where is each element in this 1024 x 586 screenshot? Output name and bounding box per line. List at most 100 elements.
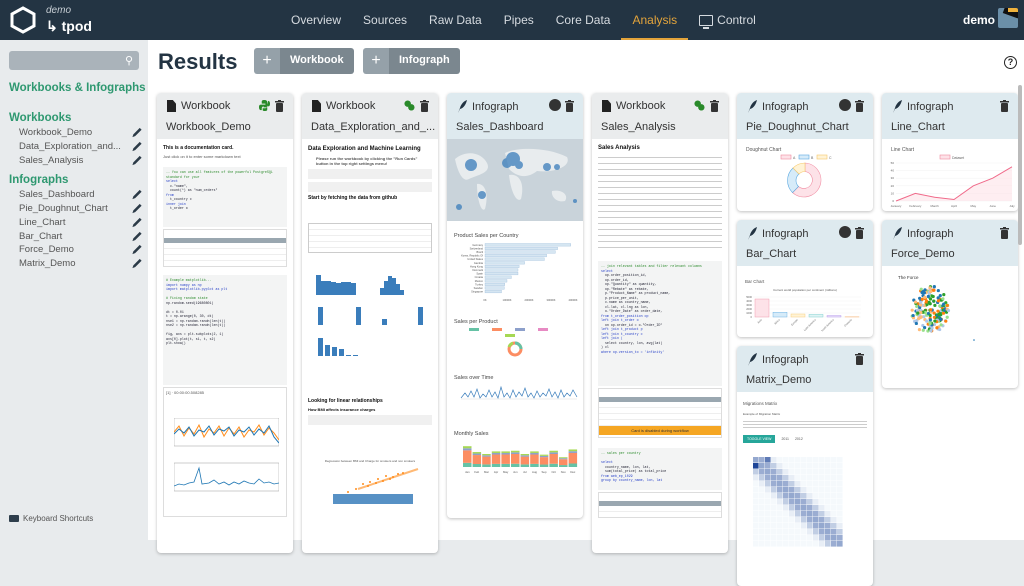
trash-icon[interactable] [855, 100, 864, 112]
nav-pipes[interactable]: Pipes [493, 0, 545, 40]
sidebar-item-infograph[interactable]: Line_Chart [19, 217, 144, 228]
globe-icon[interactable] [839, 99, 851, 111]
year-tab[interactable]: 2011 [781, 437, 789, 442]
trash-icon[interactable] [710, 100, 719, 112]
card-name[interactable]: Force_Demo [891, 248, 1016, 260]
scrollbar[interactable] [1018, 85, 1022, 245]
trash-icon[interactable] [1000, 227, 1009, 239]
sidebar-item-workbook[interactable]: Workbook_Demo [19, 127, 144, 138]
sidebar-item-workbook[interactable]: Data_Exploration_and... [19, 141, 144, 152]
keyboard-shortcuts-link[interactable]: Keyboard Shortcuts [9, 514, 93, 523]
card-force-demo[interactable]: Infograph Force_Demo The Force [882, 220, 1018, 388]
sidebar-item-infograph[interactable]: Force_Demo [19, 244, 144, 255]
pencil-icon[interactable] [131, 141, 143, 152]
card-name[interactable]: Pie_Doughnut_Chart [746, 121, 871, 133]
matrix-cell [825, 469, 831, 475]
card-name[interactable]: Sales_Dashboard [456, 121, 581, 133]
trash-icon[interactable] [1000, 100, 1009, 112]
trash-icon[interactable] [565, 100, 574, 112]
month-label: Nov [561, 470, 567, 474]
force-node [937, 313, 940, 316]
month-label: Jan [465, 470, 470, 474]
matrix-cell [837, 481, 843, 487]
pencil-icon[interactable] [131, 217, 143, 228]
force-node [921, 298, 924, 301]
card-bar-chart[interactable]: Infograph Bar_Chart Bar Chart Current wo… [737, 220, 873, 337]
sidebar-title[interactable]: Workbooks & Infographs [9, 82, 146, 94]
toggle-view-button[interactable]: TOGGLE VIEW [743, 435, 775, 443]
matrix-cell [789, 487, 795, 493]
nav-overview[interactable]: Overview [280, 0, 352, 40]
logo-icon[interactable] [9, 6, 37, 34]
y-tick: 10 [891, 191, 895, 195]
matrix-cell [819, 469, 825, 475]
matrix-cell [819, 499, 825, 505]
pencil-icon[interactable] [131, 244, 143, 255]
card-header: Infograph Line_Chart [882, 93, 1018, 139]
matrix-cell [825, 481, 831, 487]
card-name[interactable]: Line_Chart [891, 121, 1016, 133]
card-matrix-demo[interactable]: Infograph Matrix_Demo Migrations Matrix … [737, 346, 873, 586]
pencil-icon[interactable] [131, 127, 143, 138]
card-name[interactable]: Sales_Analysis [601, 121, 726, 133]
nav-raw-data[interactable]: Raw Data [418, 0, 493, 40]
matrix-cell [837, 469, 843, 475]
matrix-cell [771, 517, 777, 523]
python-icon[interactable] [404, 100, 415, 111]
trash-icon[interactable] [855, 227, 864, 239]
matrix-cell [753, 463, 759, 469]
force-node [923, 291, 926, 294]
python-icon[interactable] [259, 100, 270, 111]
card-sales-analysis[interactable]: Workbook Sales_Analysis Sales Analysis -… [592, 93, 728, 553]
search-input[interactable]: ⚲ [9, 51, 139, 70]
nav-control[interactable]: Control [688, 0, 767, 40]
nav-sources[interactable]: Sources [352, 0, 418, 40]
sidebar-item-infograph[interactable]: Pie_Doughnut_Chart [19, 203, 144, 214]
help-icon[interactable]: ? [1004, 56, 1017, 69]
force-node [919, 303, 922, 306]
matrix-cell [759, 505, 765, 511]
card-name[interactable]: Workbook_Demo [166, 121, 291, 133]
matrix-cell [765, 493, 771, 499]
force-node [940, 323, 943, 326]
sidebar-item-infograph[interactable]: Matrix_Demo [19, 258, 144, 269]
pencil-icon[interactable] [131, 203, 143, 214]
card-name[interactable]: Matrix_Demo [746, 374, 871, 386]
user-name[interactable]: demo [963, 13, 995, 27]
matrix-cell [813, 463, 819, 469]
card-workbook-demo[interactable]: Workbook Workbook_Demo This is a documen… [157, 93, 293, 553]
matrix-cell [831, 511, 837, 517]
year-tab[interactable]: 2012 [795, 437, 803, 442]
x-tick: Latin America [803, 317, 817, 331]
project-name[interactable]: ↳ tpod [46, 18, 92, 35]
add-infograph-button[interactable]: +Infograph [363, 48, 460, 74]
card-line-chart[interactable]: Infograph Line_Chart Line Chart Dataset0… [882, 93, 1018, 211]
sidebar-item-workbook[interactable]: Sales_Analysis [19, 155, 144, 166]
nav-analysis[interactable]: Analysis [621, 0, 688, 40]
pencil-icon[interactable] [131, 258, 143, 269]
globe-icon[interactable] [839, 226, 851, 238]
pencil-icon[interactable] [131, 155, 143, 166]
card-sales-dashboard[interactable]: Infograph Sales_Dashboard Product Sales … [447, 93, 583, 518]
sidebar-item-infograph[interactable]: Sales_Dashboard [19, 189, 144, 200]
matrix-cell [825, 463, 831, 469]
doc-body-text [598, 155, 722, 253]
card-pie-doughnut[interactable]: Infograph Pie_Doughnut_Chart Doughnut Ch… [737, 93, 873, 211]
pencil-icon[interactable] [131, 231, 143, 242]
python-icon[interactable] [694, 100, 705, 111]
globe-icon[interactable] [549, 99, 561, 111]
matrix-cell [789, 517, 795, 523]
month-bar-segment [473, 464, 482, 467]
trash-icon[interactable] [420, 100, 429, 112]
trash-icon[interactable] [275, 100, 284, 112]
card-name[interactable]: Data_Exploration_and_... [311, 121, 436, 133]
add-workbook-button[interactable]: +Workbook [254, 48, 354, 74]
card-name[interactable]: Bar_Chart [746, 248, 871, 260]
sidebar-item-infograph[interactable]: Bar_Chart [19, 231, 144, 242]
matrix-cell [759, 481, 765, 487]
trash-icon[interactable] [855, 353, 864, 365]
nav-core-data[interactable]: Core Data [545, 0, 622, 40]
card-data-exploration[interactable]: Workbook Data_Exploration_and_... Data E… [302, 93, 438, 553]
avatar[interactable] [998, 8, 1018, 28]
pencil-icon[interactable] [131, 189, 143, 200]
